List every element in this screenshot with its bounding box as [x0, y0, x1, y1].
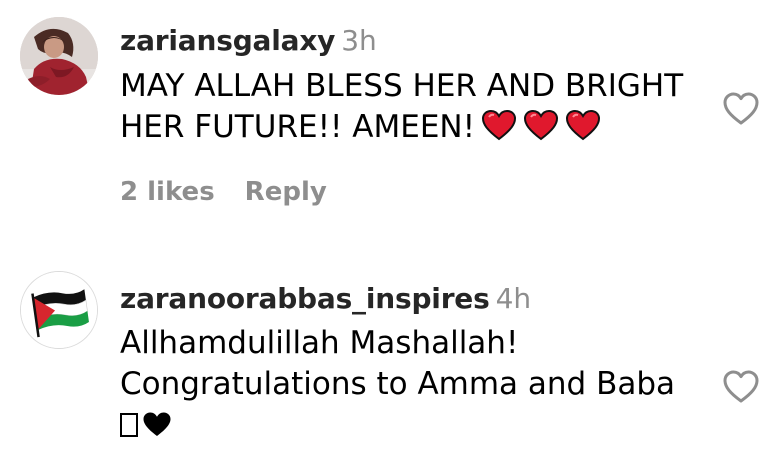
user-photo-icon [20, 17, 98, 95]
comment-text-line: Congratulations to Amma and Baba [120, 366, 676, 402]
comment: zaranoorabbas_inspires 4h Allhamdulillah … [0, 268, 781, 468]
likes-count[interactable]: 2 likes [120, 177, 215, 207]
comment: zariansgalaxy 3h MAY ALLAH BLESS HER AND … [0, 0, 781, 240]
comment-text-line: Allhamdulillah Mashallah! [120, 325, 519, 361]
red-heart-icon [523, 109, 559, 152]
timestamp: 4h [495, 282, 532, 315]
black-heart-icon [142, 408, 172, 449]
comment-header: zaranoorabbas_inspires 4h [120, 282, 531, 315]
username[interactable]: zariansgalaxy [120, 24, 335, 57]
username[interactable]: zaranoorabbas_inspires [120, 282, 490, 315]
heart-outline-icon[interactable] [722, 369, 760, 405]
missing-glyph-icon [120, 413, 138, 437]
red-heart-icon [565, 109, 601, 152]
avatar[interactable] [20, 17, 98, 95]
comment-text-line: MAY ALLAH BLESS HER AND BRIGHT [120, 68, 684, 104]
comment-header: zariansgalaxy 3h [120, 24, 377, 57]
red-heart-icon [481, 109, 517, 152]
reply-button[interactable]: Reply [245, 177, 327, 207]
comment-text: Allhamdulillah Mashallah! Congratulation… [120, 323, 700, 449]
avatar[interactable] [20, 271, 98, 349]
comment-actions: 2 likes Reply [120, 177, 327, 207]
heart-outline-icon[interactable] [722, 91, 760, 127]
palestine-flag-icon [21, 272, 97, 348]
timestamp: 3h [341, 24, 377, 57]
comments-list: zariansgalaxy 3h MAY ALLAH BLESS HER AND … [0, 0, 781, 469]
comment-text: MAY ALLAH BLESS HER AND BRIGHT HER FUTUR… [120, 66, 710, 152]
comment-text-line: HER FUTURE!! AMEEN! [120, 109, 476, 145]
